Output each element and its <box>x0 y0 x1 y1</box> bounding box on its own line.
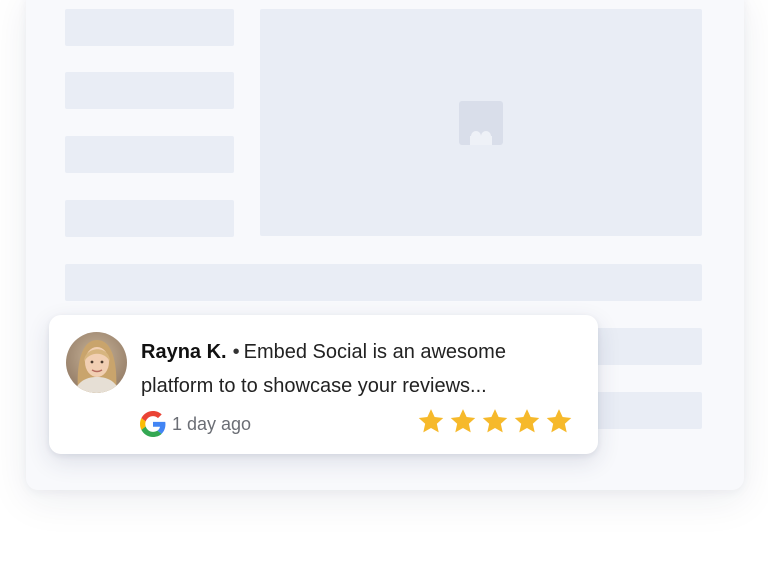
image-placeholder <box>260 9 702 236</box>
review-author: Rayna K. <box>141 341 227 363</box>
star-icon <box>514 409 540 433</box>
review-card[interactable]: Rayna K. • Embed Social is an awesome plat… <box>49 315 598 454</box>
star-icon <box>482 409 508 433</box>
review-time: 1 day ago <box>172 413 252 434</box>
skeleton-line <box>65 200 234 237</box>
star-icon <box>450 409 476 433</box>
image-icon <box>459 100 503 145</box>
skeleton-line <box>65 136 234 173</box>
skeleton-line <box>65 264 702 301</box>
skeleton-line <box>65 9 234 46</box>
review-source: 1 day ago <box>140 411 251 437</box>
star-icon <box>418 409 444 433</box>
review-text: Rayna K. • Embed Social is an awesome plat… <box>141 335 571 403</box>
star-rating <box>417 407 573 435</box>
avatar <box>66 332 127 393</box>
star-icon <box>546 409 572 433</box>
separator-dot: • <box>232 341 240 363</box>
skeleton-line <box>65 72 234 109</box>
google-icon <box>140 411 166 437</box>
